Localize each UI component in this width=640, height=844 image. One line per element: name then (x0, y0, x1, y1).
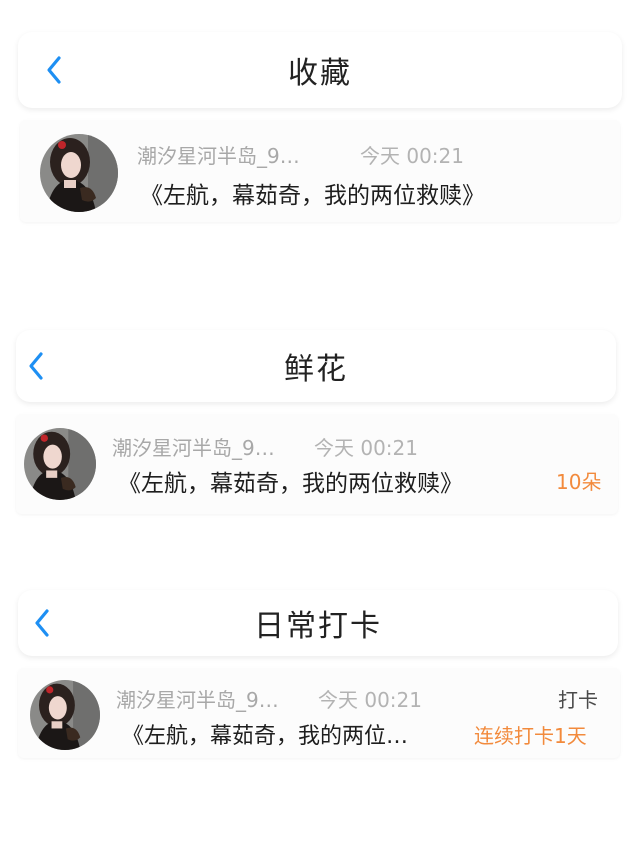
username: 潮汐星河半岛_9… (116, 688, 279, 712)
header-flowers: 鲜花 (16, 330, 616, 402)
header-daily-checkin: 日常打卡 (18, 590, 618, 656)
username: 潮汐星河半岛_9… (112, 436, 275, 460)
flower-count-badge: 10朵 (556, 470, 602, 494)
username: 潮汐星河半岛_9… (137, 144, 300, 168)
list-item[interactable]: 潮汐星河半岛_9… 今天 00:21 《左航，幕茹奇，我的两位救赎》 10朵 (16, 414, 618, 514)
timestamp: 今天 00:21 (360, 144, 464, 168)
page-title: 收藏 (288, 56, 352, 91)
message-text: 《左航，幕茹奇，我的两位… (122, 724, 409, 749)
avatar (30, 680, 100, 750)
message-text: 《左航，幕茹奇，我的两位救赎》 (140, 183, 485, 209)
list-item[interactable]: 潮汐星河半岛_9… 今天 00:21 《左航，幕茹奇，我的两位救赎》 (20, 120, 620, 222)
list-item[interactable]: 潮汐星河半岛_9… 今天 00:21 打卡 《左航，幕茹奇，我的两位… 连续打卡… (18, 668, 620, 758)
avatar (40, 134, 118, 212)
timestamp: 今天 00:21 (318, 688, 422, 712)
checkin-streak-badge: 连续打卡1天 (474, 724, 587, 748)
avatar (24, 428, 96, 500)
checkin-tag: 打卡 (558, 688, 598, 712)
timestamp: 今天 00:21 (314, 436, 418, 460)
header-favorites: 收藏 (18, 32, 622, 108)
page-title: 鲜花 (284, 352, 348, 387)
page-title: 日常打卡 (254, 609, 382, 644)
message-text: 《左航，幕茹奇，我的两位救赎》 (118, 471, 463, 497)
